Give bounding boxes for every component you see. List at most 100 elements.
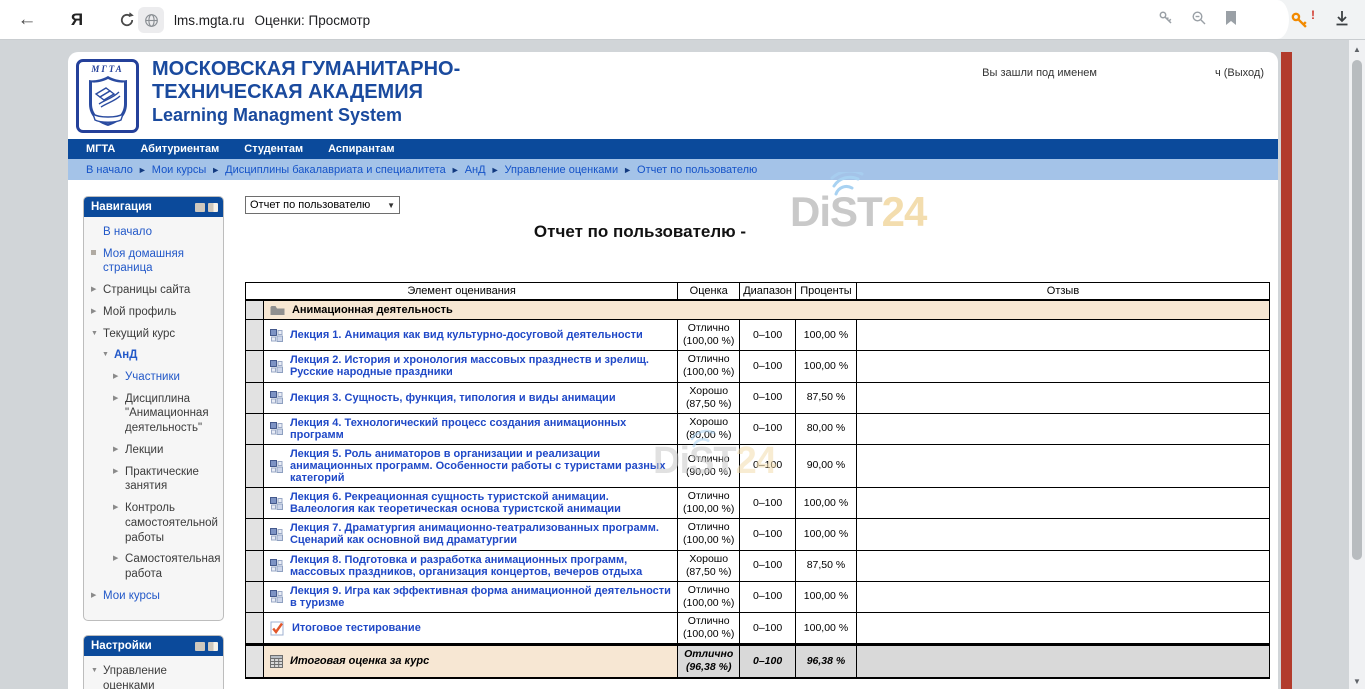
- chevron-down-icon: ▼: [387, 201, 395, 210]
- breadcrumb-separator-icon: ►: [211, 165, 220, 175]
- indent-cell: [246, 488, 264, 519]
- sidebar-item-label: Моя домашняя страница: [103, 247, 220, 276]
- sidebar-item-label: Дисциплина "Анимационная деятельность": [125, 392, 220, 436]
- column-header: Диапазон: [740, 283, 796, 301]
- dock-block-icon[interactable]: [208, 203, 218, 212]
- lesson-icon: [270, 391, 283, 404]
- sidebar-item[interactable]: ▶Мой профиль: [91, 305, 220, 320]
- breadcrumb-separator-icon: ►: [491, 165, 500, 175]
- sidebar-item[interactable]: ▼АнД: [91, 348, 220, 363]
- scroll-up-icon[interactable]: ▲: [1349, 42, 1365, 56]
- chevron-right-icon[interactable]: ▶: [91, 305, 103, 320]
- scroll-down-icon[interactable]: ▼: [1349, 674, 1365, 688]
- grade-cell: Хорошо(87,50 %): [678, 550, 740, 581]
- chevron-right-icon[interactable]: ▶: [113, 552, 125, 581]
- chevron-right-icon[interactable]: ▶: [91, 283, 103, 298]
- activity-link[interactable]: Лекция 2. История и хронология массовых …: [290, 354, 671, 378]
- topnav-item-абитуриентам[interactable]: Абитуриентам: [140, 143, 219, 155]
- topnav-item-аспирантам[interactable]: Аспирантам: [328, 143, 394, 155]
- download-icon[interactable]: [1333, 9, 1351, 32]
- address-bar[interactable]: lms.mgta.ru Оценки: Просмотр: [138, 6, 370, 34]
- range-cell: 0–100: [740, 351, 796, 382]
- sidebar-item[interactable]: ▶Контроль самостоятельной работы: [91, 501, 220, 545]
- refresh-icon[interactable]: [114, 7, 140, 33]
- scrollbar-thumb[interactable]: [1352, 60, 1362, 560]
- breadcrumb-link[interactable]: Мои курсы: [152, 164, 206, 176]
- chevron-right-icon[interactable]: ▶: [113, 465, 125, 494]
- sidebar-item-label: В начало: [103, 225, 152, 240]
- sidebar-item[interactable]: Моя домашняя страница: [91, 247, 220, 276]
- settings-block-header: Настройки: [84, 636, 223, 656]
- range-cell: 0–100: [740, 550, 796, 581]
- url-text[interactable]: lms.mgta.ru: [174, 13, 245, 28]
- sidebar-item[interactable]: ▶Страницы сайта: [91, 283, 220, 298]
- breadcrumb-link[interactable]: В начало: [86, 164, 133, 176]
- activity-link[interactable]: Лекция 7. Драматургия анимационно-театра…: [290, 522, 671, 546]
- activity-link[interactable]: Лекция 5. Роль аниматоров в организации …: [290, 448, 671, 484]
- sidebar-item-label: Страницы сайта: [103, 283, 190, 298]
- activity-link[interactable]: Лекция 6. Рекреационная сущность туристс…: [290, 491, 671, 515]
- chevron-down-icon[interactable]: ▼: [91, 327, 103, 342]
- password-alert-icon[interactable]: !: [1290, 11, 1309, 30]
- square-bullet-icon: [91, 247, 103, 276]
- topnav-item-мгта[interactable]: МГТА: [86, 143, 115, 155]
- sidebar-item[interactable]: ▼Текущий курс: [91, 327, 220, 342]
- report-type-select[interactable]: Отчет по пользователю▼: [245, 196, 400, 214]
- logout-link[interactable]: ч (Выход): [1215, 67, 1264, 79]
- site-info-chip[interactable]: [138, 7, 164, 33]
- sidebar-item[interactable]: В начало: [91, 225, 220, 240]
- yandex-browser-icon[interactable]: Я: [64, 7, 90, 33]
- sidebar-item[interactable]: ▼Управление оценками: [91, 664, 220, 689]
- category-row: Анимационная деятельность: [246, 300, 1270, 320]
- range-cell: 0–100: [740, 613, 796, 645]
- activity-link[interactable]: Итоговое тестирование: [292, 622, 421, 634]
- range-cell: 0–100: [740, 581, 796, 612]
- breadcrumb-link[interactable]: Дисциплины бакалавриата и специалитета: [225, 164, 446, 176]
- activity-link[interactable]: Лекция 3. Сущность, функция, типология и…: [290, 392, 616, 404]
- password-key-icon[interactable]: [1158, 10, 1174, 31]
- grade-cell: Хорошо(80,00 %): [678, 413, 740, 444]
- activity-link[interactable]: Лекция 8. Подготовка и разработка анимац…: [290, 554, 671, 578]
- chevron-down-icon[interactable]: ▼: [102, 348, 114, 363]
- grade-row: Лекция 4. Технологический процесс создан…: [246, 413, 1270, 444]
- back-icon[interactable]: ←: [14, 7, 40, 33]
- percent-cell: 96,38 %: [795, 645, 856, 678]
- sidebar-item[interactable]: ▶Самостоятельная работа: [91, 552, 220, 581]
- activity-link[interactable]: Лекция 1. Анимация как вид культурно-дос…: [290, 329, 643, 341]
- grade-report-table: Элемент оцениванияОценкаДиапазонПроценты…: [245, 282, 1270, 679]
- chevron-right-icon[interactable]: ▶: [113, 392, 125, 436]
- sidebar-item[interactable]: ▶Дисциплина "Анимационная деятельность": [91, 392, 220, 436]
- sidebar-item[interactable]: ▶Мои курсы: [91, 589, 220, 604]
- breadcrumb-link[interactable]: Управление оценками: [505, 164, 619, 176]
- bookmark-icon[interactable]: [1224, 10, 1238, 31]
- sidebar-item[interactable]: ▶Практические занятия: [91, 465, 220, 494]
- grade-cell: Хорошо(87,50 %): [678, 382, 740, 413]
- breadcrumb-link[interactable]: АнД: [465, 164, 486, 176]
- collapse-block-icon[interactable]: [195, 642, 205, 651]
- indent-cell: [246, 445, 264, 488]
- chevron-right-icon[interactable]: ▶: [113, 370, 125, 385]
- folder-icon: [270, 305, 285, 316]
- breadcrumb-separator-icon: ►: [451, 165, 460, 175]
- chevron-down-icon[interactable]: ▼: [91, 664, 103, 689]
- page-title-text: Оценки: Просмотр: [255, 13, 371, 28]
- chevron-right-icon[interactable]: ▶: [91, 589, 103, 604]
- activity-link[interactable]: Лекция 9. Игра как эффективная форма ани…: [290, 585, 671, 609]
- breadcrumb-link[interactable]: Отчет по пользователю: [637, 164, 757, 176]
- chevron-right-icon[interactable]: ▶: [113, 443, 125, 458]
- grade-cell: Отлично(100,00 %): [678, 488, 740, 519]
- window-scrollbar[interactable]: ▲ ▼: [1349, 40, 1365, 689]
- indent-cell: [246, 351, 264, 382]
- activity-link[interactable]: Лекция 4. Технологический процесс создан…: [290, 417, 671, 441]
- sidebar-item[interactable]: ▶Лекции: [91, 443, 220, 458]
- percent-cell: 80,00 %: [795, 413, 856, 444]
- range-cell: 0–100: [740, 488, 796, 519]
- category-name: Анимационная деятельность: [292, 304, 453, 316]
- zoom-icon[interactable]: [1191, 10, 1207, 31]
- dock-block-icon[interactable]: [208, 642, 218, 651]
- sidebar-item[interactable]: ▶Участники: [91, 370, 220, 385]
- collapse-block-icon[interactable]: [195, 203, 205, 212]
- chevron-right-icon[interactable]: ▶: [113, 501, 125, 545]
- topnav-item-студентам[interactable]: Студентам: [244, 143, 303, 155]
- grade-row: Лекция 2. История и хронология массовых …: [246, 351, 1270, 382]
